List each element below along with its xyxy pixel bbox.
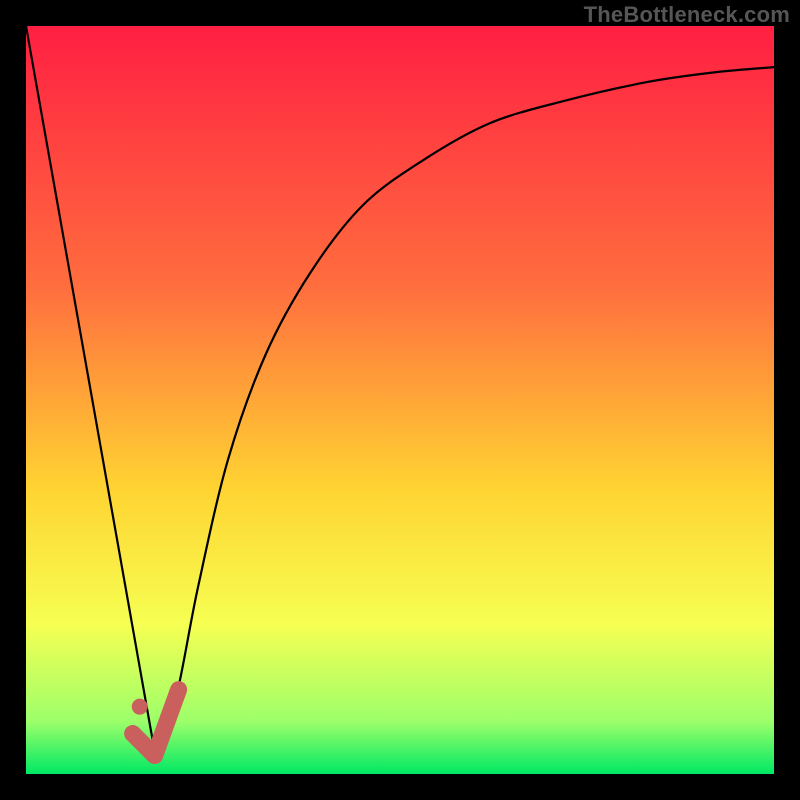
watermark-text: TheBottleneck.com [584, 2, 790, 28]
chart-container: TheBottleneck.com [0, 0, 800, 800]
plot-area [26, 26, 774, 774]
chart-svg [26, 26, 774, 774]
marker-dot [132, 699, 148, 715]
